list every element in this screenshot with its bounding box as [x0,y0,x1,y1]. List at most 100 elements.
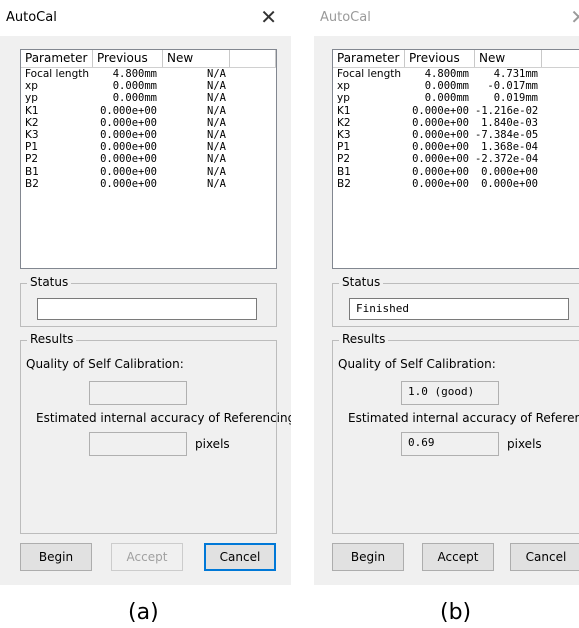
new-value-cell: -7.384e-05 [475,128,539,141]
list-row[interactable]: B1 0.000e+00 N/A [21,166,276,178]
parameter-cell: K1 [25,104,39,117]
new-value-cell: N/A [207,153,226,166]
new-value-cell: N/A [207,128,226,141]
previous-value-cell: 0.000e+00 [100,153,157,166]
list-row[interactable]: K1 0.000e+00 -1.216e-02 [333,105,579,117]
new-value-cell: 4.731mm [493,68,538,80]
parameter-cell: Focal length [337,68,402,80]
accuracy-field [89,432,187,456]
new-value-cell: 0.000e+00 [481,165,538,178]
results-group-label: Results [339,332,389,346]
quality-field [89,381,187,405]
parameter-cell: K2 [337,116,351,129]
status-field[interactable]: Finished [349,298,569,320]
parameter-cell: P1 [25,141,39,154]
column-header-blank[interactable] [542,50,579,67]
column-header-previous[interactable]: Previous [93,50,163,67]
parameter-cell: B1 [337,165,351,178]
list-row[interactable]: K1 0.000e+00 N/A [21,105,276,117]
begin-button[interactable]: Begin [20,543,92,571]
previous-value-cell: 4.800mm [112,68,157,80]
list-row[interactable]: K2 0.000e+00 1.840e-03 [333,117,579,129]
list-row[interactable]: B2 0.000e+00 0.000e+00 [333,178,579,190]
parameter-cell: Focal length [25,68,90,80]
list-row[interactable]: K3 0.000e+00 -7.384e-05 [333,129,579,141]
column-header-previous[interactable]: Previous [405,50,475,67]
previous-value-cell: 0.000e+00 [412,165,469,178]
list-rows: Focal length 4.800mm 4.731mm xp 0.000mm -0.01… [333,68,579,190]
previous-value-cell: 0.000e+00 [100,165,157,178]
previous-value-cell: 0.000e+00 [412,177,469,190]
list-row[interactable]: K3 0.000e+00 N/A [21,129,276,141]
close-icon[interactable]: ✕ [260,6,277,28]
begin-button[interactable]: Begin [332,543,404,571]
accuracy-units-label: pixels [195,437,230,451]
accuracy-field: 0.69 [401,432,499,456]
previous-value-cell: 0.000e+00 [412,104,469,117]
list-row[interactable]: xp 0.000mm -0.017mm [333,80,579,92]
results-group: Results Quality of Self Calibration: Est… [20,332,291,534]
previous-value-cell: 0.000e+00 [100,116,157,129]
list-row[interactable]: K2 0.000e+00 N/A [21,117,276,129]
previous-value-cell: 0.000e+00 [412,128,469,141]
parameter-list[interactable]: Parameter Previous New Focal length 4.800… [20,49,277,269]
new-value-cell: 0.000e+00 [481,177,538,190]
list-row[interactable]: B2 0.000e+00 N/A [21,178,276,190]
accuracy-units-label: pixels [507,437,542,451]
list-row[interactable]: P2 0.000e+00 -2.372e-04 [333,153,579,165]
previous-value-cell: 0.000e+00 [100,177,157,190]
parameter-cell: B1 [25,165,39,178]
new-value-cell: N/A [207,141,226,154]
quality-field: 1.0 (good) [401,381,499,405]
window-title: AutoCal [320,10,371,25]
list-row[interactable]: xp 0.000mm N/A [21,80,276,92]
list-header: Parameter Previous New [333,50,579,68]
list-row[interactable]: B1 0.000e+00 0.000e+00 [333,166,579,178]
close-icon[interactable]: ✕ [570,6,579,28]
parameter-list[interactable]: Parameter Previous New Focal length 4.800… [332,49,579,269]
column-header-blank[interactable] [230,50,276,67]
list-row[interactable]: yp 0.000mm N/A [21,92,276,104]
status-group-label: Status [27,275,72,289]
previous-value-cell: 0.000e+00 [100,104,157,117]
column-header-parameter[interactable]: Parameter [333,50,405,67]
column-header-parameter[interactable]: Parameter [21,50,93,67]
status-group: Status [20,275,277,327]
cancel-button[interactable]: Cancel [204,543,276,571]
autocal-dialog-a: AutoCal ✕ Parameter Previous New Focal l… [0,0,291,585]
figure-caption-a: (a) [128,600,159,625]
column-header-new[interactable]: New [163,50,230,67]
list-row[interactable]: P1 0.000e+00 1.368e-04 [333,141,579,153]
status-group-label: Status [339,275,384,289]
new-value-cell: -0.017mm [487,80,538,93]
list-row[interactable]: yp 0.000mm 0.019mm [333,92,579,104]
parameter-cell: K3 [25,128,39,141]
accuracy-label: Estimated internal accuracy of Referenci… [348,411,579,425]
list-row[interactable]: Focal length 4.800mm 4.731mm [333,68,579,80]
new-value-cell: N/A [207,104,226,117]
parameter-cell: P2 [337,153,351,166]
window-title: AutoCal [6,10,57,25]
title-bar: AutoCal ✕ [0,0,291,36]
list-row[interactable]: Focal length 4.800mm N/A [21,68,276,80]
quality-label: Quality of Self Calibration: [26,357,184,371]
parameter-cell: P1 [337,141,351,154]
figure-caption-b: (b) [440,600,472,625]
parameter-cell: K3 [337,128,351,141]
autocal-dialog-b: AutoCal ✕ Parameter Previous New Focal l… [314,0,579,585]
list-rows: Focal length 4.800mm N/A xp 0.000mm N/A yp 0.00… [21,68,276,190]
accept-button[interactable]: Accept [422,543,494,571]
new-value-cell: N/A [207,165,226,178]
accuracy-label: Estimated internal accuracy of Referenci… [36,411,291,425]
list-row[interactable]: P1 0.000e+00 N/A [21,141,276,153]
parameter-cell: B2 [25,177,39,190]
parameter-cell: yp [25,92,38,105]
cancel-button[interactable]: Cancel [510,543,579,571]
previous-value-cell: 0.000e+00 [412,116,469,129]
column-header-new[interactable]: New [475,50,542,67]
previous-value-cell: 0.000mm [112,92,157,105]
list-row[interactable]: P2 0.000e+00 N/A [21,153,276,165]
status-field[interactable] [37,298,257,320]
parameter-cell: P2 [25,153,39,166]
new-value-cell: 1.840e-03 [481,116,538,129]
